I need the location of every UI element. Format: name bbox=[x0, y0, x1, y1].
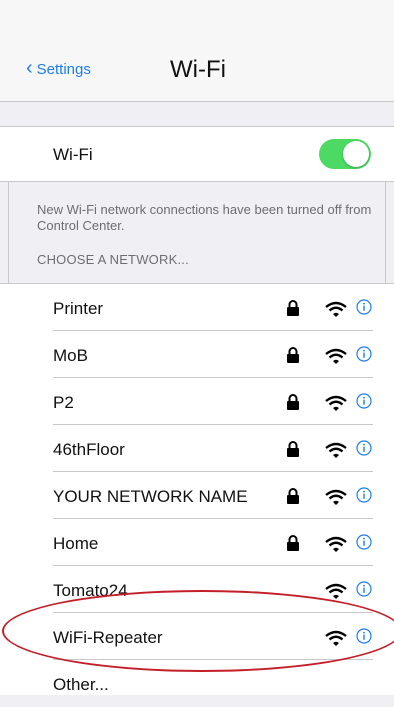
network-name: Printer bbox=[53, 299, 104, 318]
network-name: YOUR NETWORK NAME bbox=[53, 487, 248, 506]
info-icon[interactable] bbox=[356, 299, 372, 315]
info-icon[interactable] bbox=[356, 487, 372, 503]
info-icon[interactable] bbox=[356, 534, 372, 550]
network-row-printer[interactable]: Printer bbox=[53, 284, 394, 331]
network-row-mob[interactable]: MoB bbox=[53, 331, 394, 378]
wifi-signal-icon bbox=[325, 536, 347, 552]
wifi-signal-icon bbox=[325, 442, 347, 458]
back-button[interactable]: ‹ Settings bbox=[26, 57, 91, 79]
network-name: P2 bbox=[53, 393, 74, 412]
other-network-label: Other... bbox=[53, 675, 109, 694]
network-row-home[interactable]: Home bbox=[53, 519, 394, 566]
lock-icon bbox=[287, 394, 299, 410]
lock-icon bbox=[287, 488, 299, 504]
page-title: Wi-Fi bbox=[170, 56, 226, 83]
wifi-toggle-switch[interactable] bbox=[319, 139, 371, 169]
toggle-knob bbox=[343, 141, 369, 167]
back-label: Settings bbox=[36, 60, 91, 78]
wifi-signal-icon bbox=[325, 395, 347, 411]
wifi-signal-icon bbox=[325, 489, 347, 505]
section-gap bbox=[0, 102, 394, 127]
info-icon[interactable] bbox=[356, 440, 372, 456]
wifi-toggle-label: Wi-Fi bbox=[53, 145, 93, 164]
control-center-note: New Wi-Fi network connections have been … bbox=[37, 202, 372, 233]
network-name: MoB bbox=[53, 346, 88, 365]
wifi-signal-icon bbox=[325, 348, 347, 364]
network-row-your-network-name[interactable]: YOUR NETWORK NAME bbox=[53, 472, 394, 519]
lock-icon bbox=[287, 347, 299, 363]
info-icon[interactable] bbox=[356, 346, 372, 362]
choose-network-header: CHOOSE A NETWORK... bbox=[37, 252, 189, 267]
highlight-ring bbox=[2, 590, 394, 672]
info-icon[interactable] bbox=[356, 393, 372, 409]
nav-bar: ‹ Settings Wi-Fi bbox=[0, 0, 394, 102]
network-name: 46thFloor bbox=[53, 440, 125, 459]
wifi-signal-icon bbox=[325, 301, 347, 317]
lock-icon bbox=[287, 535, 299, 551]
info-icon[interactable] bbox=[356, 581, 372, 597]
network-row-46thfloor[interactable]: 46thFloor bbox=[53, 425, 394, 472]
wifi-toggle-row: Wi-Fi bbox=[0, 127, 394, 182]
lock-icon bbox=[287, 441, 299, 457]
lock-icon bbox=[287, 300, 299, 316]
network-name: Home bbox=[53, 534, 99, 553]
chevron-left-icon: ‹ bbox=[26, 57, 33, 79]
wifi-signal-icon bbox=[325, 583, 347, 599]
network-row-p2[interactable]: P2 bbox=[53, 378, 394, 425]
